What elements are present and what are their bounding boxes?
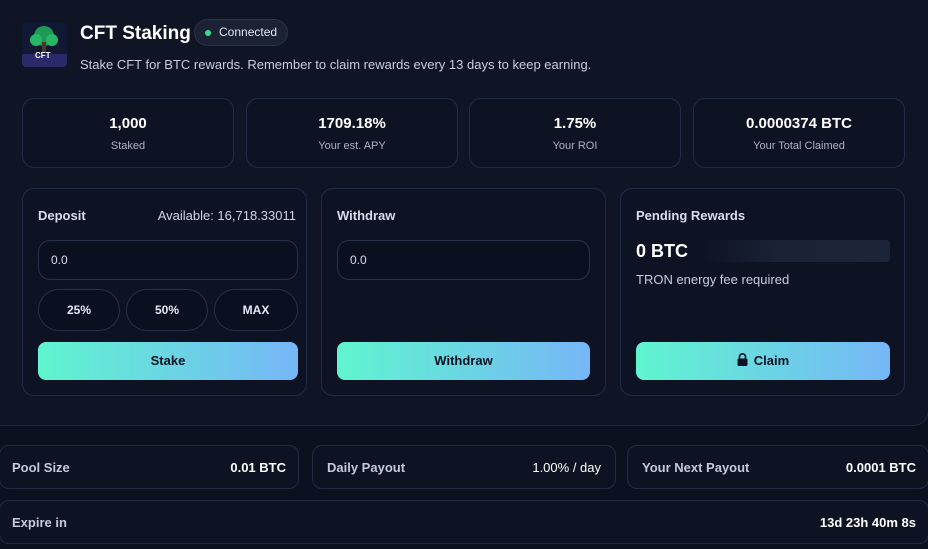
stat-value: 1,000 bbox=[109, 115, 147, 132]
stat-total-claimed: 0.0000374 BTC Your Total Claimed bbox=[693, 98, 905, 168]
energy-fee-note: TRON energy fee required bbox=[636, 272, 790, 287]
pending-rewards-amount: 0 BTC bbox=[636, 241, 689, 261]
withdraw-panel: Withdraw 0.0 Withdraw bbox=[321, 188, 606, 396]
rewards-placeholder-bar bbox=[701, 240, 890, 262]
withdraw-button[interactable]: Withdraw bbox=[337, 342, 590, 380]
page-subtitle: Stake CFT for BTC rewards. Remember to c… bbox=[80, 57, 592, 72]
next-payout-value: 0.0001 BTC bbox=[845, 460, 916, 475]
logo-text: CFT bbox=[35, 51, 51, 60]
daily-payout-label: Daily Payout bbox=[327, 460, 406, 475]
expire-label: Expire in bbox=[12, 515, 67, 530]
deposit-amount-input[interactable]: 0.0 bbox=[38, 240, 298, 280]
pct-50-button[interactable]: 50% bbox=[126, 289, 208, 331]
daily-payout-card: Daily Payout 1.00% / day bbox=[312, 445, 616, 489]
next-payout-label: Your Next Payout bbox=[642, 460, 750, 475]
lock-icon bbox=[737, 353, 748, 366]
stat-value: 1709.18% bbox=[318, 115, 386, 132]
deposit-panel: Deposit Available: 16,718.33011 0.0 25% … bbox=[22, 188, 307, 396]
claim-button-label: Claim bbox=[753, 353, 790, 368]
rewards-panel: Pending Rewards 0 BTC TRON energy fee re… bbox=[620, 188, 905, 396]
claim-button[interactable]: Claim bbox=[636, 342, 890, 380]
daily-payout-value: 1.00% / day bbox=[532, 460, 601, 475]
page-title: CFT Staking bbox=[80, 23, 191, 44]
connection-status-text: Connected bbox=[219, 25, 278, 39]
pct-max-button[interactable]: MAX bbox=[214, 289, 298, 331]
pool-size-value: 0.01 BTC bbox=[230, 460, 286, 475]
stat-label: Your Total Claimed bbox=[753, 140, 845, 152]
withdraw-title: Withdraw bbox=[337, 208, 396, 223]
stat-label: Staked bbox=[110, 140, 146, 152]
available-balance: Available: 16,718.33011 bbox=[157, 208, 296, 223]
expire-card: Expire in 13d 23h 40m 8s bbox=[0, 500, 928, 544]
expire-countdown: 13d 23h 40m 8s bbox=[819, 515, 916, 530]
header: CFT CFT Staking Connected Stake CFT for … bbox=[22, 19, 902, 72]
pool-size-card: Pool Size 0.01 BTC bbox=[0, 445, 299, 489]
status-dot-icon bbox=[205, 30, 211, 36]
app-logo: CFT bbox=[22, 22, 67, 67]
stat-apy: 1709.18% Your est. APY bbox=[246, 98, 458, 168]
stat-value: 1.75% bbox=[553, 115, 597, 132]
stake-button[interactable]: Stake bbox=[38, 342, 298, 380]
stat-label: Your est. APY bbox=[318, 140, 386, 152]
rewards-title: Pending Rewards bbox=[636, 208, 746, 223]
next-payout-card: Your Next Payout 0.0001 BTC bbox=[627, 445, 928, 489]
withdraw-amount-input[interactable]: 0.0 bbox=[337, 240, 590, 280]
stat-value: 0.0000374 BTC bbox=[746, 115, 852, 132]
connection-status-badge: Connected bbox=[194, 19, 289, 46]
stat-staked: 1,000 Staked bbox=[22, 98, 234, 168]
pool-size-label: Pool Size bbox=[12, 460, 70, 475]
pct-25-button[interactable]: 25% bbox=[38, 289, 120, 331]
stat-roi: 1.75% Your ROI bbox=[469, 98, 681, 168]
deposit-title: Deposit bbox=[38, 208, 86, 223]
stat-label: Your ROI bbox=[552, 140, 598, 152]
